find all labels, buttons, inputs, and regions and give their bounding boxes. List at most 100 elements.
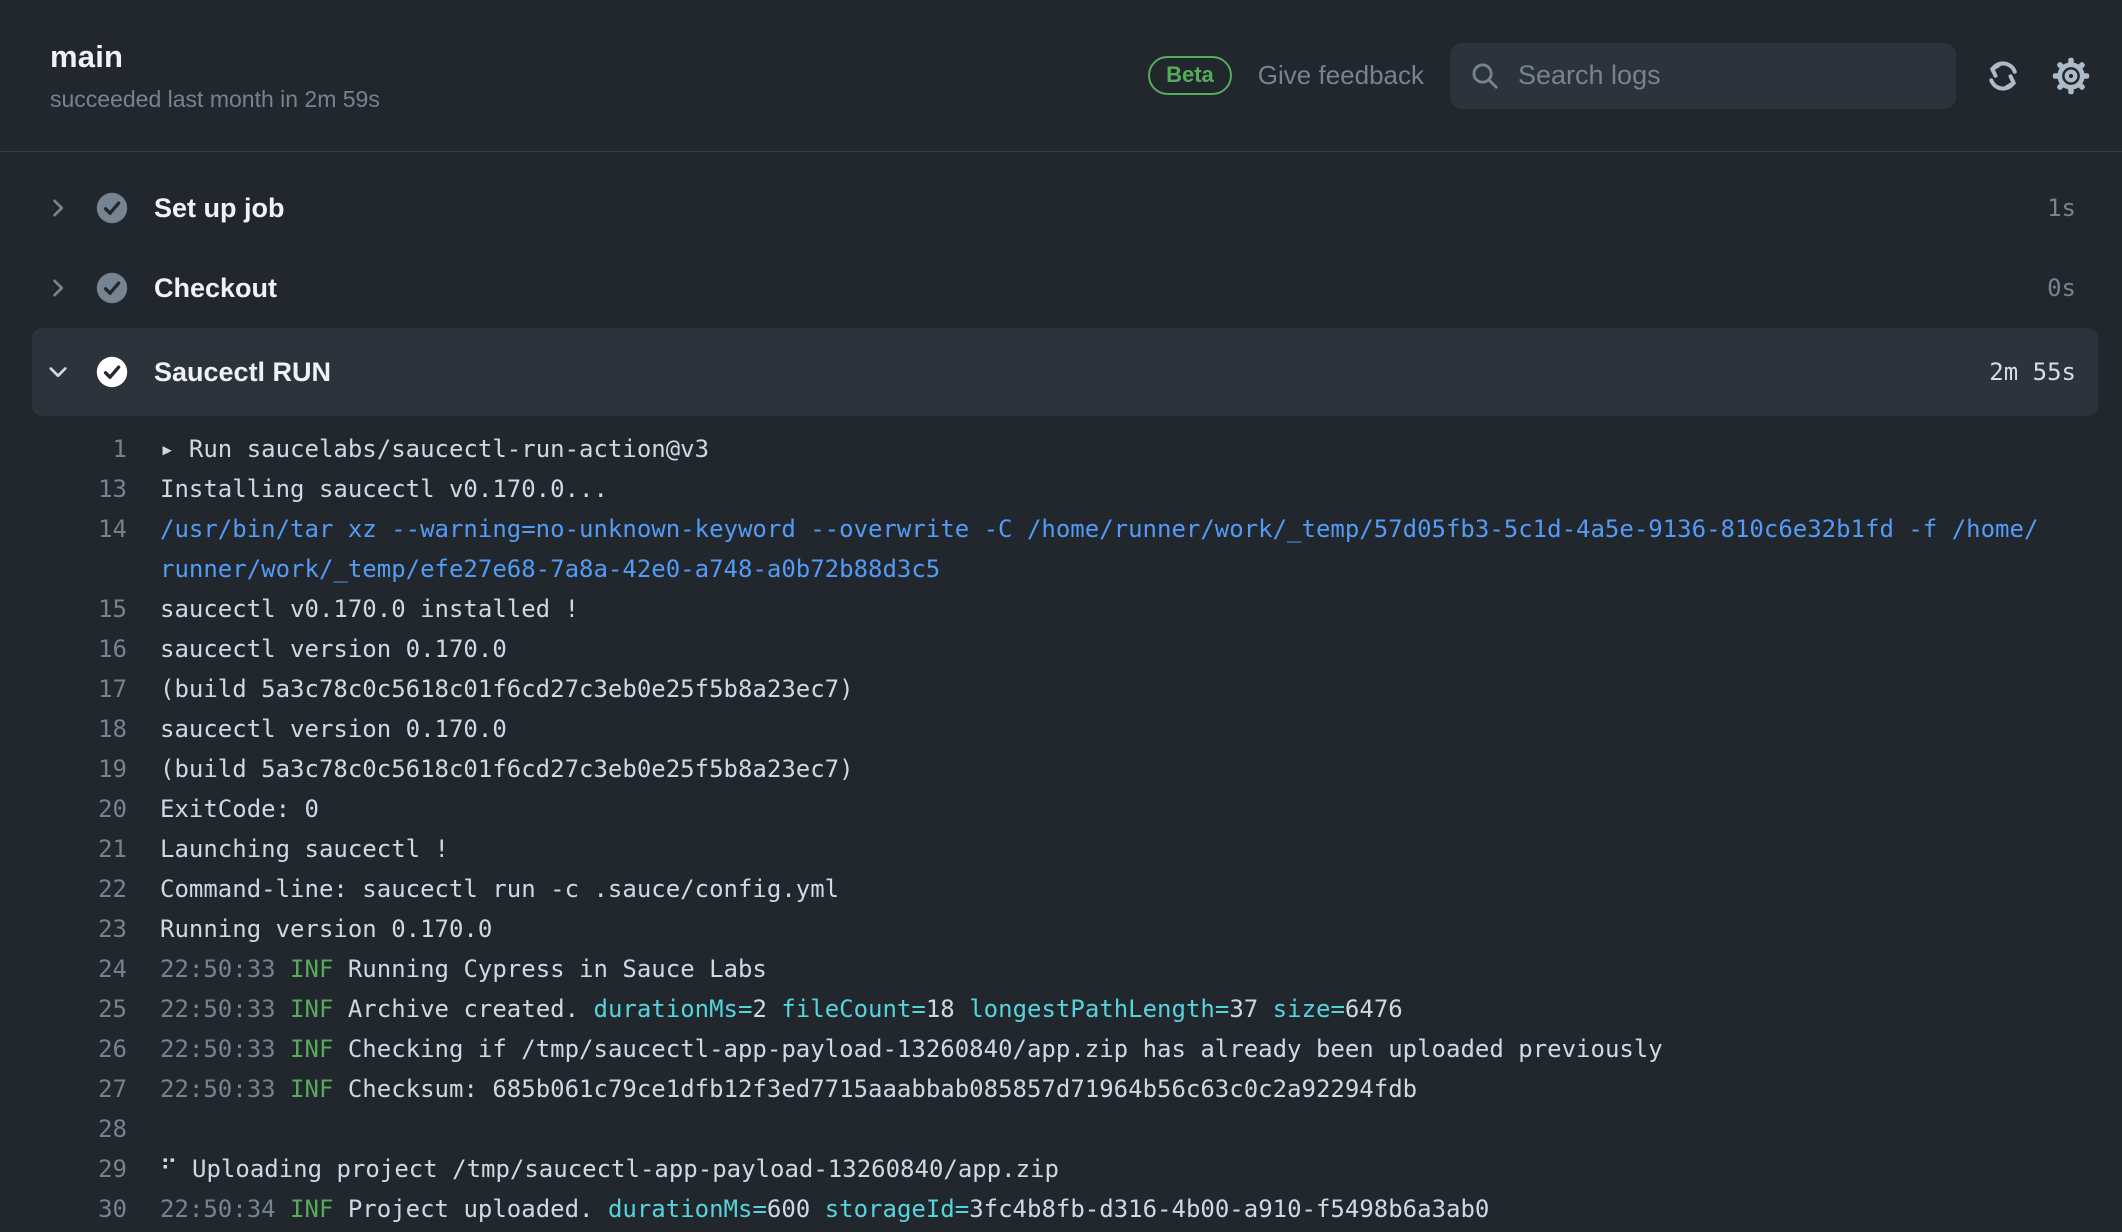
log-line-text: Installing saucectl v0.170.0... <box>160 469 2045 509</box>
step-row-set-up-job[interactable]: Set up job 1s <box>32 168 2098 248</box>
log-line: 21 Launching saucectl ! <box>0 829 2045 869</box>
log-line-text: saucectl version 0.170.0 <box>160 709 2045 749</box>
log-lines: 1▸ Run saucelabs/saucectl-run-action@v31… <box>0 416 2122 1229</box>
log-line-text: saucectl v0.170.0 installed ! <box>160 589 2045 629</box>
log-group-toggle-icon[interactable]: ▸ <box>160 435 189 463</box>
log-line-text: (build 5a3c78c0c5618c01f6cd27c3eb0e25f5b… <box>160 669 2045 709</box>
check-circle-icon <box>96 272 128 304</box>
chevron-down-icon <box>46 360 72 384</box>
log-segment: size= <box>1273 995 1345 1023</box>
log-segment: Project uploaded. <box>333 1195 608 1223</box>
log-line-text: 22:50:33 INF Checking if /tmp/saucectl-a… <box>160 1029 2045 1069</box>
step-label: Saucectl RUN <box>154 357 1989 388</box>
step-row-checkout[interactable]: Checkout 0s <box>32 248 2098 328</box>
log-line: 13 Installing saucectl v0.170.0... <box>0 469 2045 509</box>
log-line: 14/usr/bin/tar xz --warning=no-unknown-k… <box>0 509 2045 589</box>
log-line-number[interactable]: 19 <box>0 749 127 789</box>
log-segment: 2 <box>752 995 781 1023</box>
log-segment: 18 <box>926 995 969 1023</box>
step-duration: 0s <box>2047 274 2076 302</box>
log-segment: durationMs= <box>608 1195 767 1223</box>
give-feedback-link[interactable]: Give feedback <box>1258 60 1424 91</box>
log-line: 28 <box>0 1109 2045 1149</box>
log-segment: Launching saucectl ! <box>160 835 449 863</box>
log-line: 3022:50:34 INF Project uploaded. duratio… <box>0 1189 2045 1229</box>
log-segment: 22:50:33 <box>160 955 290 983</box>
step-duration: 2m 55s <box>1989 358 2076 386</box>
log-line-number[interactable]: 13 <box>0 469 127 509</box>
log-segment: (build 5a3c78c0c5618c01f6cd27c3eb0e25f5b… <box>160 755 854 783</box>
log-line-text: saucectl version 0.170.0 <box>160 629 2045 669</box>
log-line-number[interactable]: 16 <box>0 629 127 669</box>
log-line-number[interactable]: 20 <box>0 789 127 829</box>
search-box[interactable] <box>1450 43 1956 109</box>
log-line-number[interactable]: 25 <box>0 989 127 1029</box>
log-line: 26 22:50:33 INF Checking if /tmp/saucectl… <box>0 1029 2045 1069</box>
log-segment: 22:50:33 <box>160 995 290 1023</box>
log-segment: Running version 0.170.0 <box>160 915 492 943</box>
log-segment: Running Cypress in Sauce Labs <box>333 955 766 983</box>
log-segment: durationMs= <box>594 995 753 1023</box>
log-line-text: ExitCode: 0 <box>160 789 2045 829</box>
log-line: 24 22:50:33 INF Running Cypress in Sauce … <box>0 949 2045 989</box>
log-segment: storageId= <box>825 1195 970 1223</box>
steps-list: Set up job 1s Checkout 0s <box>0 152 2122 416</box>
log-line-number[interactable]: 27 <box>0 1069 127 1109</box>
page-title: main <box>50 39 380 75</box>
log-segment: INF <box>290 955 333 983</box>
sync-icon <box>1983 56 2023 96</box>
log-segment: INF <box>290 995 333 1023</box>
log-line-number[interactable]: 23 <box>0 909 127 949</box>
log-line: 22 Command-line: saucectl run -c .sauce/c… <box>0 869 2045 909</box>
log-line-number[interactable]: 22 <box>0 869 127 909</box>
log-line-number[interactable]: 1 <box>0 429 127 469</box>
step-row-saucectl-run[interactable]: Saucectl RUN 2m 55s <box>32 328 2098 416</box>
log-segment: longestPathLength= <box>969 995 1229 1023</box>
log-line-number[interactable]: 30 <box>0 1189 127 1229</box>
header: main succeeded last month in 2m 59s Beta… <box>0 0 2122 152</box>
log-segment: 37 <box>1229 995 1272 1023</box>
log-line: 25 22:50:33 INF Archive created. duration… <box>0 989 2045 1029</box>
log-line: 29 ⠋ Uploading project /tmp/saucectl-app-… <box>0 1149 2045 1189</box>
log-line-text: Command-line: saucectl run -c .sauce/con… <box>160 869 2045 909</box>
beta-badge: Beta <box>1148 56 1232 95</box>
log-segment: INF <box>290 1035 333 1063</box>
log-segment: Archive created. <box>333 995 593 1023</box>
log-line: 16 saucectl version 0.170.0 <box>0 629 2045 669</box>
log-segment: Installing saucectl v0.170.0... <box>160 475 608 503</box>
log-line-number[interactable]: 26 <box>0 1029 127 1069</box>
log-segment: ⠋ Uploading project /tmp/saucectl-app-pa… <box>160 1155 1059 1183</box>
log-line-number[interactable]: 14 <box>0 509 127 589</box>
log-segment: 3fc4b8fb-d316-4b00-a910-f5498b6a3ab0 <box>969 1195 1489 1223</box>
log-line-text: 22:50:33 INF Archive created. durationMs… <box>160 989 2045 1029</box>
search-icon <box>1470 61 1500 91</box>
log-line-number[interactable]: 17 <box>0 669 127 709</box>
log-segment: Command-line: saucectl run -c .sauce/con… <box>160 875 839 903</box>
chevron-right-icon <box>46 196 72 220</box>
log-segment: fileCount= <box>781 995 926 1023</box>
log-line-text <box>160 1109 2045 1149</box>
workflow-log-viewer: main succeeded last month in 2m 59s Beta… <box>0 0 2122 1229</box>
log-segment: saucectl version 0.170.0 <box>160 715 507 743</box>
log-line-number[interactable]: 24 <box>0 949 127 989</box>
log-line-text: (build 5a3c78c0c5618c01f6cd27c3eb0e25f5b… <box>160 749 2045 789</box>
log-segment: Checksum: 685b061c79ce1dfb12f3ed7715aaab… <box>333 1075 1417 1103</box>
log-line-text: Launching saucectl ! <box>160 829 2045 869</box>
log-line-number[interactable]: 28 <box>0 1109 127 1149</box>
log-segment: 6476 <box>1345 995 1403 1023</box>
job-status-summary: succeeded last month in 2m 59s <box>50 86 380 113</box>
log-line-number[interactable]: 29 <box>0 1149 127 1189</box>
log-line-number[interactable]: 21 <box>0 829 127 869</box>
log-segment: 22:50:33 <box>160 1075 290 1103</box>
log-segment: INF <box>290 1075 333 1103</box>
search-input[interactable] <box>1516 59 1936 92</box>
log-segment: Checking if /tmp/saucectl-app-payload-13… <box>333 1035 1662 1063</box>
log-line-number[interactable]: 15 <box>0 589 127 629</box>
log-segment: ExitCode: 0 <box>160 795 319 823</box>
log-segment: 22:50:34 <box>160 1195 290 1223</box>
log-line-number[interactable]: 18 <box>0 709 127 749</box>
refresh-button[interactable] <box>1982 55 2024 97</box>
log-line-text: ⠋ Uploading project /tmp/saucectl-app-pa… <box>160 1149 2045 1189</box>
chevron-right-icon <box>46 276 72 300</box>
settings-button[interactable] <box>2050 55 2092 97</box>
